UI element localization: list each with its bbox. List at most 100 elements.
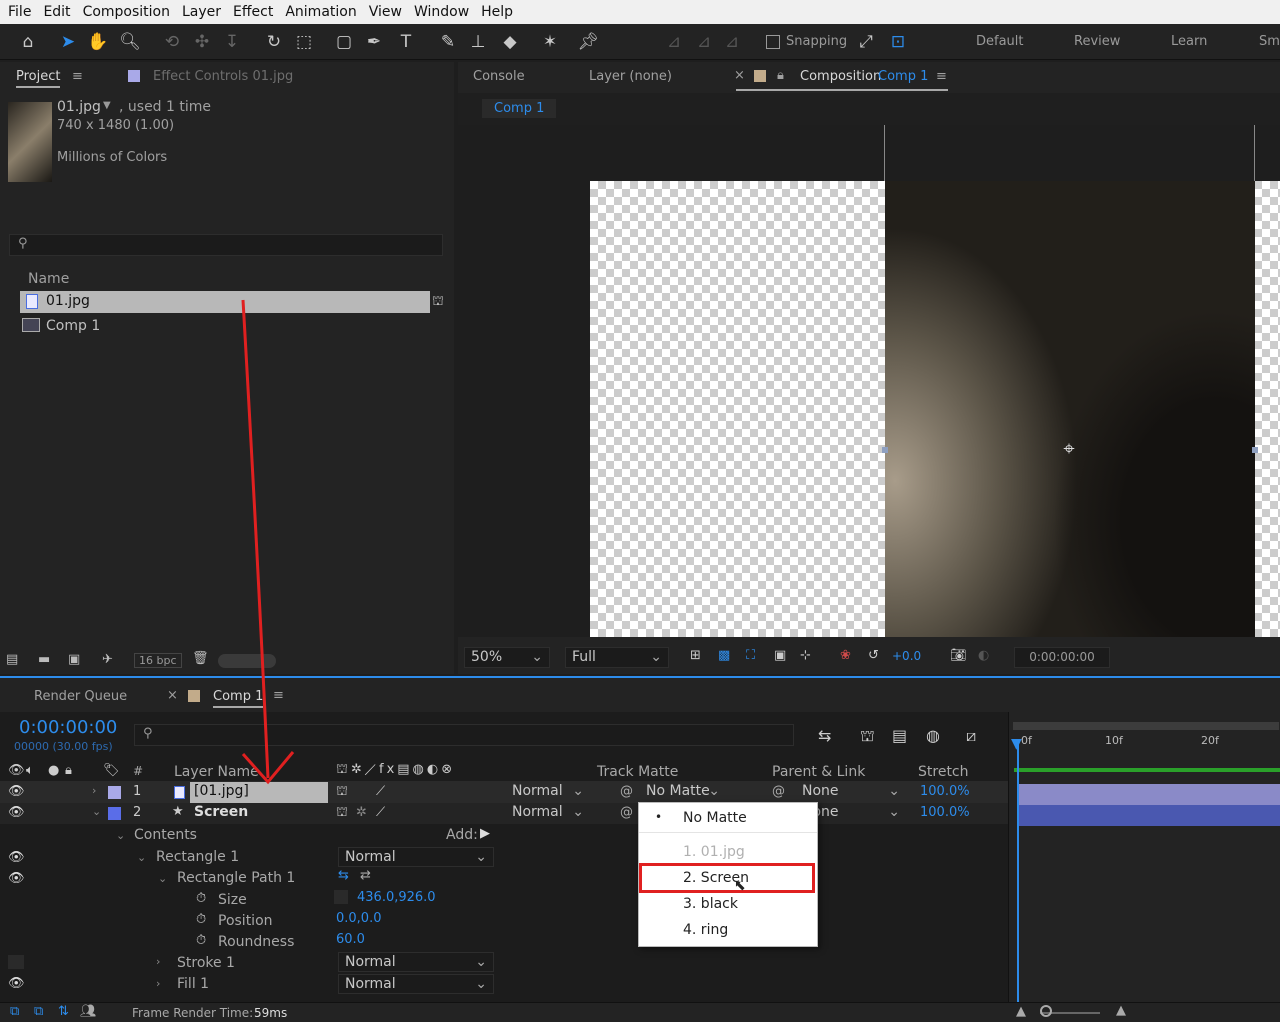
axis-world-icon[interactable]: ⊿: [692, 30, 716, 54]
tab-composition-name[interactable]: Comp 1: [878, 69, 928, 84]
orbit-camera-icon[interactable]: ⟲: [160, 30, 184, 54]
snap-options-icon[interactable]: ⤢: [854, 30, 878, 54]
layer-duration-bar[interactable]: [1018, 805, 1280, 826]
eye-icon[interactable]: 👁︎: [8, 763, 25, 778]
timeline-search-input[interactable]: ⚲: [134, 724, 794, 746]
column-number[interactable]: #: [133, 764, 143, 778]
in-out-toggle-icon[interactable]: ⇅: [58, 1004, 69, 1019]
collapse-switch-icon[interactable]: ✲: [356, 805, 367, 820]
axis-view-icon[interactable]: ⊿: [720, 30, 744, 54]
item-dropdown-icon[interactable]: ▼: [103, 100, 111, 111]
snapshot-icon[interactable]: 📷︎: [950, 648, 967, 663]
blend-mode-select[interactable]: Normal ⌄: [338, 847, 494, 867]
channels-icon[interactable]: ❀: [840, 648, 851, 663]
chevron-down-icon[interactable]: ⌄: [158, 872, 167, 885]
brush-tool-icon[interactable]: ✎: [436, 30, 460, 54]
panel-menu-icon[interactable]: ≡: [936, 69, 947, 84]
column-stretch[interactable]: Stretch: [918, 764, 969, 780]
snapping-checkbox[interactable]: [766, 35, 780, 49]
roundness-value[interactable]: 60.0: [336, 932, 365, 947]
eye-icon[interactable]: 👁︎: [8, 976, 25, 991]
contents-label[interactable]: Contents: [134, 827, 197, 843]
modes-toggle-icon[interactable]: ⧉: [34, 1004, 43, 1019]
layer-handle[interactable]: [1252, 447, 1258, 453]
solo-icon[interactable]: ●: [48, 763, 59, 778]
zoom-slider-handle[interactable]: [1040, 1005, 1052, 1017]
comp-flowchart-icon[interactable]: ⇆: [818, 726, 831, 745]
motion-blur-icon[interactable]: ◍: [926, 726, 940, 745]
shy-layers-icon[interactable]: ⛫: [860, 726, 875, 747]
column-layer-name[interactable]: Layer Name: [174, 764, 259, 780]
workspace-more[interactable]: Sm: [1259, 34, 1280, 49]
fast-previews-icon[interactable]: ⊞: [690, 648, 701, 663]
stretch-value[interactable]: 100.0%: [920, 784, 970, 799]
pickwhip-icon[interactable]: @: [620, 805, 633, 820]
layer-row[interactable]: 👁︎ › 1 [01.jpg] ⛫ ⟋ Normal ⌄ @ No Matte ⌄ …: [0, 782, 1008, 803]
hand-tool-icon[interactable]: ✋: [86, 30, 110, 54]
region-of-interest-icon[interactable]: ▣: [774, 648, 786, 663]
snap-target-icon[interactable]: ⊡: [886, 30, 910, 54]
blend-mode-select[interactable]: Normal ⌄: [338, 974, 494, 994]
menu-edit[interactable]: Edit: [43, 4, 70, 20]
anchor-tool-icon[interactable]: ⬚: [292, 30, 316, 54]
lock-icon[interactable]: 🔒︎: [65, 763, 72, 778]
reset-exposure-icon[interactable]: ↺: [868, 648, 879, 663]
blend-mode-select[interactable]: Normal ⌄: [506, 782, 588, 802]
grid-guides-icon[interactable]: ⊹: [800, 648, 811, 663]
eye-icon[interactable]: 👁︎: [8, 784, 25, 799]
roto-brush-icon[interactable]: ✶: [538, 30, 562, 54]
column-parent[interactable]: Parent & Link: [772, 764, 865, 780]
panel-menu-icon[interactable]: ≡: [72, 69, 83, 84]
menu-help[interactable]: Help: [481, 4, 513, 20]
shy-switch-icon[interactable]: ⛫: [336, 784, 348, 801]
menu-file[interactable]: File: [8, 4, 31, 20]
path-direction-reverse-icon[interactable]: ⇄: [360, 868, 371, 883]
exposure-value[interactable]: +0.0: [892, 649, 921, 663]
chevron-down-icon[interactable]: ⌄: [116, 829, 125, 842]
parent-select[interactable]: None ⌄: [796, 782, 904, 802]
eraser-tool-icon[interactable]: ◆: [498, 30, 522, 54]
stroke-label[interactable]: Stroke 1: [177, 955, 235, 971]
project-row-selected[interactable]: 01.jpg: [20, 291, 430, 313]
resolution-select[interactable]: Full ⌄: [565, 647, 669, 668]
add-button-icon[interactable]: ▶: [480, 826, 490, 841]
puppet-pin-icon[interactable]: 📌︎: [576, 30, 600, 54]
label-swatch[interactable]: [108, 786, 121, 799]
label-icon[interactable]: 🏷︎: [103, 763, 120, 778]
quality-switch-icon[interactable]: ⟋: [376, 805, 385, 820]
time-graph[interactable]: 0f 10f 20f ▼: [1008, 712, 1280, 1002]
tab-comp-timeline[interactable]: Comp 1: [213, 689, 264, 708]
show-snapshot-icon[interactable]: ◐: [978, 648, 989, 663]
track-matte-select[interactable]: No Matte ⌄: [640, 782, 722, 802]
dolly-camera-icon[interactable]: ↧: [220, 30, 244, 54]
clone-stamp-icon[interactable]: ⊥: [466, 30, 490, 54]
viewer-timecode[interactable]: 0:00:00:00: [1014, 647, 1110, 668]
chevron-right-icon[interactable]: ›: [92, 784, 96, 797]
stretch-value[interactable]: 100.0%: [920, 805, 970, 820]
adjust-project-icon[interactable]: ✈: [102, 652, 113, 667]
eye-icon[interactable]: 👁︎: [8, 850, 25, 865]
eye-icon[interactable]: 👁︎: [8, 871, 25, 886]
size-value[interactable]: 436.0,926.0: [357, 890, 436, 905]
workspace-learn[interactable]: Learn: [1171, 34, 1207, 49]
zoom-in-icon[interactable]: ▲: [1116, 1003, 1126, 1018]
chevron-right-icon[interactable]: ›: [156, 977, 160, 990]
menu-effect[interactable]: Effect: [233, 4, 273, 20]
blend-mode-select[interactable]: Normal ⌄: [338, 952, 494, 972]
trash-icon[interactable]: 🗑︎: [192, 651, 209, 666]
playhead-handle-icon[interactable]: ▼: [1011, 736, 1022, 752]
stopwatch-icon[interactable]: ⏱︎: [196, 891, 206, 906]
visibility-toggle[interactable]: [8, 955, 24, 969]
tab-layer[interactable]: Layer (none): [589, 69, 672, 84]
menu-layer[interactable]: Layer: [182, 4, 221, 20]
parent-pickwhip-icon[interactable]: @: [772, 784, 785, 799]
audio-icon[interactable]: 🔈︎: [26, 763, 34, 778]
home-icon[interactable]: ⌂: [16, 30, 40, 54]
constrain-proportions-icon[interactable]: [334, 890, 348, 904]
rectangle-path-label[interactable]: Rectangle Path 1: [177, 870, 295, 886]
position-value[interactable]: 0.0,0.0: [336, 911, 381, 926]
menu-animation[interactable]: Animation: [285, 4, 356, 20]
pen-tool-icon[interactable]: ✒: [362, 30, 386, 54]
fill-label[interactable]: Fill 1: [177, 976, 209, 992]
layer-row[interactable]: 👁︎ ⌄ 2 ★ Screen ⛫ ✲ ⟋ Normal ⌄ @ None ⌄ 10…: [0, 803, 1008, 824]
